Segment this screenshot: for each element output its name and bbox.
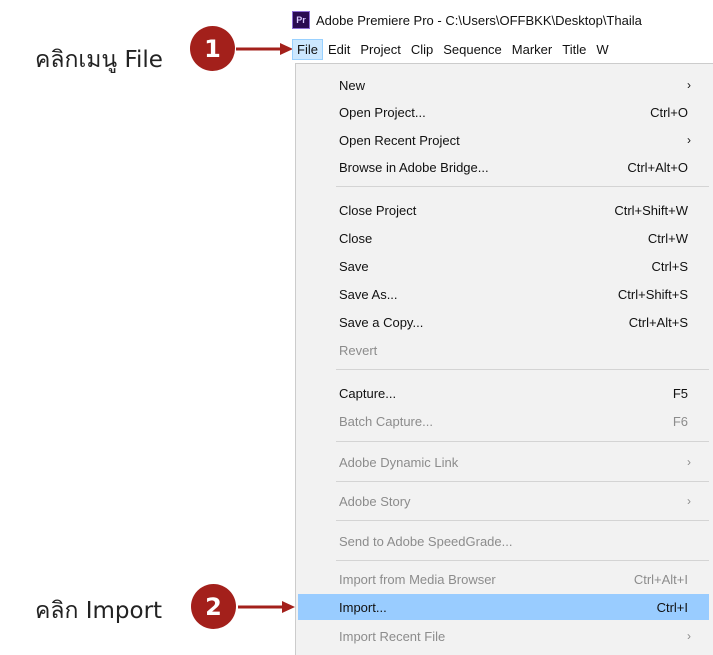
menu-item-shortcut: Ctrl+O: [650, 104, 688, 120]
menu-item-import-from-media-browser: Import from Media Browser Ctrl+Alt+I: [296, 566, 713, 592]
menu-item-revert: Revert: [296, 337, 713, 363]
menu-item-open-project[interactable]: Open Project... Ctrl+O: [296, 99, 713, 125]
menu-separator: [336, 481, 709, 482]
menu-item-label: Revert: [339, 342, 378, 358]
menu-item-import-recent-file: Import Recent File ›: [296, 623, 713, 649]
menu-item-label: Save As...: [339, 286, 398, 302]
menu-item-close-project[interactable]: Close Project Ctrl+Shift+W: [296, 197, 713, 223]
menu-item-label: Close: [339, 230, 373, 246]
step1-arrow-icon: [236, 43, 293, 55]
menu-item-shortcut: F5: [672, 385, 688, 401]
menu-item-open-recent-project[interactable]: Open Recent Project ›: [296, 127, 713, 153]
premiere-app-icon: Pr: [292, 11, 310, 29]
menu-item-shortcut: Ctrl+S: [651, 258, 688, 274]
menu-item-shortcut: Ctrl+Alt+S: [628, 314, 688, 330]
menu-sequence[interactable]: Sequence: [438, 39, 507, 60]
submenu-chevron-icon: ›: [687, 133, 691, 147]
menu-item-save-a-copy[interactable]: Save a Copy... Ctrl+Alt+S: [296, 309, 713, 335]
submenu-chevron-icon: ›: [687, 494, 691, 508]
menu-item-adobe-dynamic-link: Adobe Dynamic Link ›: [296, 449, 713, 475]
submenu-chevron-icon: ›: [687, 629, 691, 643]
menu-separator: [336, 441, 709, 442]
menu-item-send-to-speedgrade: Send to Adobe SpeedGrade...: [296, 528, 713, 554]
menu-item-capture[interactable]: Capture... F5: [296, 380, 713, 406]
menu-item-label: Batch Capture...: [339, 413, 433, 429]
step2-label: คลิก Import: [35, 598, 163, 624]
menu-item-save[interactable]: Save Ctrl+S: [296, 253, 713, 279]
step1-badge: 1: [190, 26, 235, 71]
menu-separator: [336, 520, 709, 521]
menubar: File Edit Project Clip Sequence Marker T…: [292, 37, 713, 61]
menu-edit[interactable]: Edit: [323, 39, 355, 60]
menu-item-label: Adobe Story: [339, 493, 411, 509]
submenu-chevron-icon: ›: [687, 455, 691, 469]
menu-separator: [336, 369, 709, 370]
menu-item-label: Open Recent Project: [339, 132, 460, 148]
menu-item-label: Save: [339, 258, 369, 274]
menu-item-shortcut: Ctrl+I: [656, 599, 688, 615]
menu-marker[interactable]: Marker: [507, 39, 557, 60]
menu-item-label: Import Recent File: [339, 628, 446, 644]
menu-separator: [336, 560, 709, 561]
step2-arrow-icon: [238, 601, 295, 613]
menu-item-shortcut: F6: [672, 413, 688, 429]
menu-item-label: Send to Adobe SpeedGrade...: [339, 533, 513, 549]
menu-item-label: Close Project: [339, 202, 417, 218]
menu-item-browse-bridge[interactable]: Browse in Adobe Bridge... Ctrl+Alt+O: [296, 154, 713, 180]
menu-item-shortcut: Ctrl+Alt+I: [633, 571, 688, 587]
step1-label: คลิกเมนู File: [35, 47, 163, 73]
menu-item-shortcut: Ctrl+Alt+O: [627, 159, 688, 175]
menu-item-shortcut: Ctrl+W: [647, 230, 688, 246]
menu-item-label: Import...: [339, 599, 387, 615]
menu-file[interactable]: File: [292, 38, 323, 60]
menu-item-label: Capture...: [339, 385, 397, 401]
menu-item-import[interactable]: Import... Ctrl+I: [298, 594, 709, 620]
file-menu-dropdown: New › Open Project... Ctrl+O Open Recent…: [295, 63, 713, 655]
menu-item-label: Adobe Dynamic Link: [339, 454, 459, 470]
menu-item-shortcut: Ctrl+Shift+W: [614, 202, 688, 218]
menu-project[interactable]: Project: [355, 39, 405, 60]
window-titlebar: Pr Adobe Premiere Pro - C:\Users\OFFBKK\…: [292, 8, 713, 32]
menu-item-label: Import from Media Browser: [339, 571, 496, 587]
menu-clip[interactable]: Clip: [406, 39, 438, 60]
menu-item-new[interactable]: New ›: [296, 72, 713, 98]
menu-separator: [336, 186, 709, 187]
submenu-chevron-icon: ›: [687, 78, 691, 92]
menu-item-batch-capture: Batch Capture... F6: [296, 408, 713, 434]
menu-window[interactable]: W: [591, 39, 613, 60]
window-title: Adobe Premiere Pro - C:\Users\OFFBKK\Des…: [316, 12, 642, 28]
menu-item-label: Open Project...: [339, 104, 426, 120]
menu-item-label: Browse in Adobe Bridge...: [339, 159, 489, 175]
step2-badge: 2: [191, 584, 236, 629]
menu-item-adobe-story: Adobe Story ›: [296, 488, 713, 514]
menu-item-label: New: [339, 77, 366, 93]
menu-item-save-as[interactable]: Save As... Ctrl+Shift+S: [296, 281, 713, 307]
menu-item-label: Save a Copy...: [339, 314, 424, 330]
menu-item-shortcut: Ctrl+Shift+S: [617, 286, 688, 302]
menu-title[interactable]: Title: [557, 39, 591, 60]
menu-item-close[interactable]: Close Ctrl+W: [296, 225, 713, 251]
